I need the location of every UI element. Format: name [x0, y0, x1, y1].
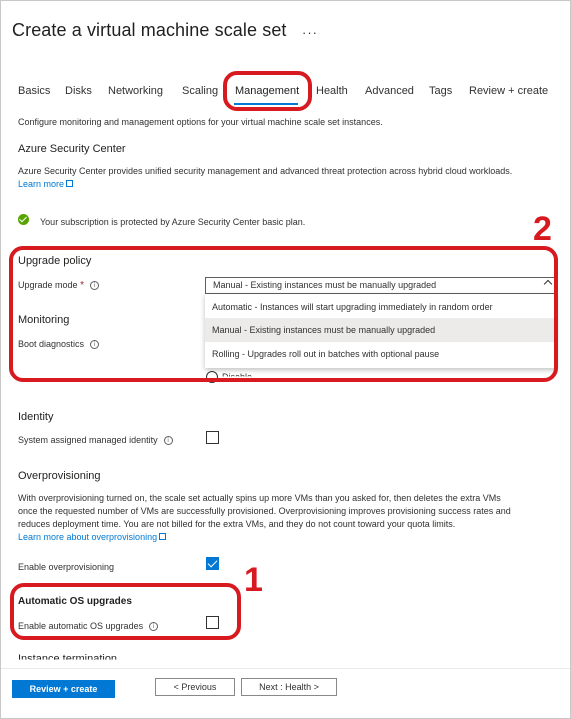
tab-advanced[interactable]: Advanced	[365, 85, 414, 97]
info-circle-icon[interactable]: i	[90, 340, 100, 350]
monitoring-heading: Monitoring	[18, 314, 70, 326]
automatic-os-upgrades-heading: Automatic OS upgrades	[18, 596, 132, 607]
boot-diagnostics-disable-radio[interactable]	[206, 371, 218, 383]
upgrade-mode-dropdown[interactable]: Manual - Existing instances must be manu…	[205, 277, 556, 294]
security-status-text: Your subscription is protected by Azure …	[40, 217, 306, 227]
intro-text: Configure monitoring and management opti…	[18, 117, 383, 127]
tab-networking[interactable]: Networking	[108, 85, 163, 97]
boot-diagnostics-label: Boot diagnostics i	[18, 339, 100, 350]
tab-review-create[interactable]: Review + create	[469, 85, 548, 97]
more-options-button[interactable]: ···	[302, 25, 318, 40]
identity-heading: Identity	[18, 411, 54, 423]
overprovisioning-learn-more-link[interactable]: Learn more about overprovisioning	[18, 532, 157, 542]
tab-scaling[interactable]: Scaling	[182, 85, 218, 97]
info-circle-icon[interactable]: i	[89, 281, 99, 291]
review-create-button[interactable]: Review + create	[12, 680, 115, 698]
tab-disks[interactable]: Disks	[65, 85, 92, 97]
managed-identity-checkbox[interactable]	[206, 431, 219, 444]
check-circle-icon	[18, 214, 29, 225]
upgrade-mode-options-list: Automatic - Instances will start upgradi…	[205, 294, 556, 368]
required-asterisk: *	[80, 280, 84, 291]
option-rolling[interactable]: Rolling - Upgrades roll out in batches w…	[205, 342, 556, 366]
external-link-icon	[159, 533, 167, 540]
enable-automatic-os-upgrades-checkbox[interactable]	[206, 616, 219, 629]
next-health-button[interactable]: Next : Health >	[241, 678, 337, 696]
annotation-number-1: 1	[244, 561, 263, 599]
enable-overprovisioning-label: Enable overprovisioning	[18, 562, 115, 572]
tab-tags[interactable]: Tags	[429, 85, 452, 97]
managed-identity-label: System assigned managed identity i	[18, 435, 173, 446]
footer-bar: Review + create < Previous Next : Health…	[1, 668, 570, 718]
enable-automatic-os-upgrades-label: Enable automatic OS upgrades i	[18, 621, 159, 632]
upgrade-mode-label: Upgrade mode * i	[18, 280, 99, 291]
info-circle-icon[interactable]: i	[149, 622, 159, 632]
overprovisioning-description-line3: reduces deployment time. You are not bil…	[18, 519, 456, 529]
overprovisioning-description-line2: once the requested number of VMs are suc…	[18, 506, 511, 516]
overprovisioning-description-line1: With overprovisioning turned on, the sca…	[18, 493, 501, 503]
option-automatic[interactable]: Automatic - Instances will start upgradi…	[205, 295, 556, 319]
annotation-number-2: 2	[533, 210, 552, 248]
enable-overprovisioning-checkbox[interactable]	[206, 557, 219, 570]
option-manual[interactable]: Manual - Existing instances must be manu…	[205, 318, 556, 342]
security-center-learn-more-link[interactable]: Learn more	[18, 179, 64, 189]
upgrade-mode-selected-value: Manual - Existing instances must be manu…	[213, 280, 437, 290]
previous-button[interactable]: < Previous	[155, 678, 235, 696]
page-title: Create a virtual machine scale set	[12, 20, 287, 40]
overprovisioning-heading: Overprovisioning	[18, 470, 101, 482]
tab-management[interactable]: Management	[235, 85, 299, 97]
active-tab-indicator	[234, 103, 298, 105]
tab-basics[interactable]: Basics	[18, 85, 50, 97]
upgrade-policy-heading: Upgrade policy	[18, 255, 92, 267]
external-link-icon	[66, 180, 74, 187]
security-center-description: Azure Security Center provides unified s…	[18, 166, 513, 176]
tab-health[interactable]: Health	[316, 85, 348, 97]
info-circle-icon[interactable]: i	[163, 436, 173, 446]
chevron-down-icon	[543, 279, 553, 289]
security-center-heading: Azure Security Center	[18, 143, 126, 155]
